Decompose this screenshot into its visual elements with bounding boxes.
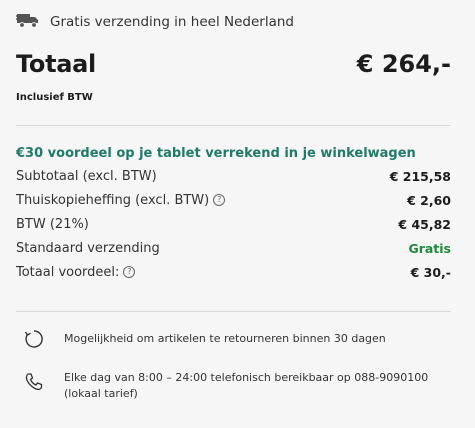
phone-icon: [22, 370, 46, 394]
summary-row-subtotal: Subtotaal (excl. BTW) € 215,58: [16, 166, 451, 186]
info-icon[interactable]: ?: [213, 194, 226, 206]
divider: [16, 125, 451, 126]
total-label: Totaal: [16, 50, 96, 78]
shipping-text: Gratis verzending in heel Nederland: [50, 14, 294, 30]
row-label-wrap: Totaal voordeel: ?: [16, 264, 136, 280]
row-label: Thuiskopieheffing (excl. BTW): [16, 192, 210, 208]
row-value: € 45,82: [398, 216, 451, 232]
summary-row-copy-levy: Thuiskopieheffing (excl. BTW) ? € 2,60: [16, 190, 451, 210]
row-label: Standaard verzending: [16, 240, 160, 256]
return-icon: [22, 327, 46, 351]
divider: [16, 311, 451, 312]
service-text: Mogelijkheid om artikelen te retourneren…: [64, 332, 386, 345]
row-value: Gratis: [408, 240, 451, 256]
row-label-wrap: Thuiskopieheffing (excl. BTW) ?: [16, 192, 226, 208]
total-value: € 264,-: [356, 50, 451, 78]
shipping-banner: Gratis verzending in heel Nederland: [16, 12, 294, 32]
promo-text: €30 voordeel op je tablet verrekend in j…: [16, 146, 416, 161]
service-phone: Elke dag van 8:00 – 24:00 telefonisch be…: [22, 370, 451, 402]
service-text: Elke dag van 8:00 – 24:00 telefonisch be…: [64, 371, 429, 400]
row-label: BTW (21%): [16, 216, 89, 232]
row-value: € 215,58: [389, 168, 451, 184]
vat-included-note: Inclusief BTW: [16, 92, 93, 103]
row-label: Totaal voordeel:: [16, 264, 120, 280]
summary-row-total-discount: Totaal voordeel: ? € 30,-: [16, 262, 451, 282]
summary-row-shipping: Standaard verzending Gratis: [16, 238, 451, 258]
summary-row-vat: BTW (21%) € 45,82: [16, 214, 451, 234]
row-label: Subtotaal (excl. BTW): [16, 168, 157, 184]
truck-icon: [16, 12, 40, 32]
row-value: € 2,60: [407, 192, 451, 208]
service-returns: Mogelijkheid om artikelen te retourneren…: [22, 327, 451, 351]
info-icon[interactable]: ?: [123, 266, 136, 278]
row-value: € 30,-: [410, 264, 451, 280]
